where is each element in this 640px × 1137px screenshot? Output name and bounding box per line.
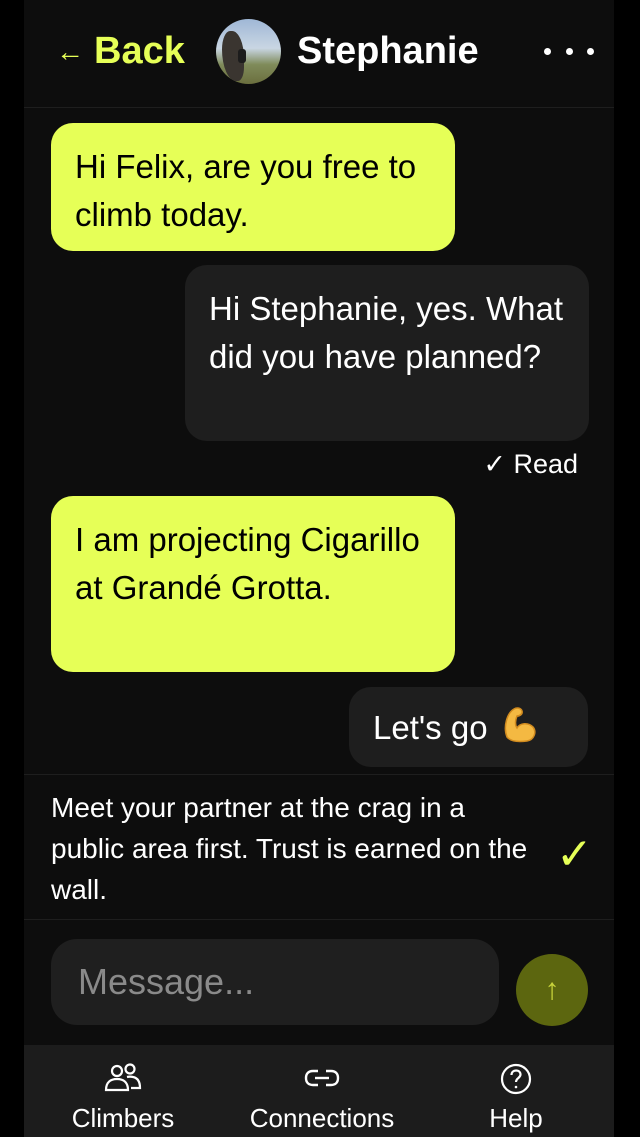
link-icon: [302, 1062, 342, 1099]
nav-label: Help: [489, 1103, 543, 1133]
back-label: Back: [94, 30, 185, 72]
chat-screen: ← Back Stephanie Hi Felix, are you free …: [24, 0, 614, 1137]
nav-item-climbers[interactable]: Climbers: [52, 1045, 194, 1137]
safety-notice: Meet your partner at the crag in a publi…: [24, 774, 614, 920]
dot: [565, 47, 573, 55]
chat-header: ← Back Stephanie: [24, 0, 614, 108]
back-button[interactable]: ← Back: [56, 30, 185, 73]
nav-item-connections[interactable]: Connections: [230, 1045, 414, 1137]
avatar-climber-shape: [238, 49, 246, 63]
help-icon: [499, 1062, 533, 1101]
safety-notice-text: Meet your partner at the crag in a publi…: [51, 792, 528, 905]
read-receipt: ✓ Read: [483, 449, 578, 479]
message-incoming[interactable]: I am projecting Cigarillo at Grandé Grot…: [51, 496, 455, 672]
contact-name[interactable]: Stephanie: [297, 30, 479, 73]
flexed-biceps-emoji: [498, 703, 540, 758]
more-options-icon[interactable]: [544, 36, 594, 66]
bottom-nav: Climbers Connections Help: [24, 1045, 614, 1137]
message-incoming[interactable]: Hi Felix, are you free to climb today.: [51, 123, 455, 251]
acknowledge-check-icon[interactable]: ✓: [556, 829, 593, 880]
people-icon: [103, 1062, 143, 1099]
message-outgoing[interactable]: Let's go: [349, 687, 588, 767]
send-button[interactable]: ↑: [516, 954, 588, 1026]
message-outgoing[interactable]: Hi Stephanie, yes. What did you have pla…: [185, 265, 589, 441]
avatar[interactable]: [216, 19, 281, 84]
nav-item-help[interactable]: Help: [474, 1045, 558, 1137]
nav-label: Connections: [249, 1103, 395, 1133]
back-arrow-icon: ←: [56, 35, 84, 67]
dot: [544, 47, 551, 55]
nav-label: Climbers: [71, 1103, 175, 1133]
message-input[interactable]: [51, 939, 499, 1025]
dot: [587, 47, 594, 55]
message-text: Let's go: [373, 709, 488, 747]
